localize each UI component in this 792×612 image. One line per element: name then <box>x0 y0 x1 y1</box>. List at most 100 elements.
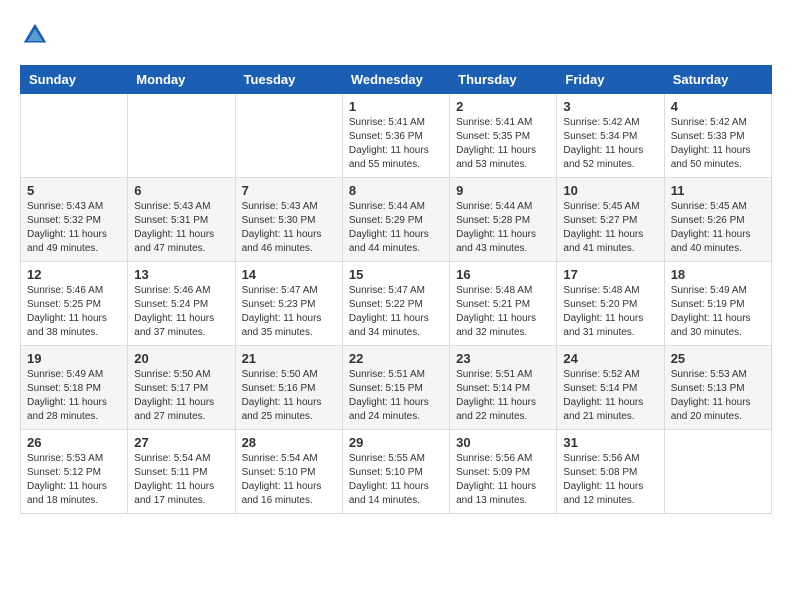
column-header-tuesday: Tuesday <box>235 66 342 94</box>
calendar-cell: 7 Sunrise: 5:43 AM Sunset: 5:30 PM Daylig… <box>235 178 342 262</box>
calendar-cell: 29 Sunrise: 5:55 AM Sunset: 5:10 PM Dayli… <box>342 430 449 514</box>
calendar-week-3: 12 Sunrise: 5:46 AM Sunset: 5:25 PM Dayli… <box>21 262 772 346</box>
calendar-cell: 4 Sunrise: 5:42 AM Sunset: 5:33 PM Daylig… <box>664 94 771 178</box>
calendar-week-2: 5 Sunrise: 5:43 AM Sunset: 5:32 PM Daylig… <box>21 178 772 262</box>
day-info: Sunrise: 5:41 AM Sunset: 5:35 PM Dayligh… <box>456 116 550 172</box>
calendar-cell: 23Sunrise: 5:51 AM Sunset: 5:14 PM Dayli… <box>450 346 557 430</box>
day-number: 13 <box>134 267 228 282</box>
day-number: 2 <box>456 99 550 114</box>
calendar-cell: 27 Sunrise: 5:54 AM Sunset: 5:11 PM Dayli… <box>128 430 235 514</box>
day-number: 26 <box>27 435 121 450</box>
day-info: Sunrise: 5:53 AM Sunset: 5:13 PM Dayligh… <box>671 368 765 424</box>
day-info: Sunrise: 5:46 AM Sunset: 5:24 PM Dayligh… <box>134 284 228 340</box>
calendar-cell: 18 Sunrise: 5:49 AM Sunset: 5:19 PM Dayli… <box>664 262 771 346</box>
calendar-week-4: 19 Sunrise: 5:49 AM Sunset: 5:18 PM Dayli… <box>21 346 772 430</box>
day-number: 4 <box>671 99 765 114</box>
header-row: SundayMondayTuesdayWednesdayThursdayFrid… <box>21 66 772 94</box>
calendar-cell: 9 Sunrise: 5:44 AM Sunset: 5:28 PM Daylig… <box>450 178 557 262</box>
day-info: Sunrise: 5:45 AM Sunset: 5:27 PM Dayligh… <box>563 200 657 256</box>
day-number: 29 <box>349 435 443 450</box>
day-number: 11 <box>671 183 765 198</box>
calendar-cell: 16 Sunrise: 5:48 AM Sunset: 5:21 PM Dayli… <box>450 262 557 346</box>
calendar-cell: 20Sunrise: 5:50 AM Sunset: 5:17 PM Dayli… <box>128 346 235 430</box>
logo-icon <box>20 20 50 50</box>
day-info: Sunrise: 5:48 AM Sunset: 5:21 PM Dayligh… <box>456 284 550 340</box>
calendar-cell: 12 Sunrise: 5:46 AM Sunset: 5:25 PM Dayli… <box>21 262 128 346</box>
day-info: Sunrise: 5:54 AM Sunset: 5:11 PM Dayligh… <box>134 452 228 508</box>
calendar-cell: 2 Sunrise: 5:41 AM Sunset: 5:35 PM Daylig… <box>450 94 557 178</box>
day-number: 27 <box>134 435 228 450</box>
calendar-cell: 30Sunrise: 5:56 AM Sunset: 5:09 PM Dayli… <box>450 430 557 514</box>
day-info: Sunrise: 5:51 AM Sunset: 5:15 PM Dayligh… <box>349 368 443 424</box>
day-info: Sunrise: 5:48 AM Sunset: 5:20 PM Dayligh… <box>563 284 657 340</box>
day-number: 21 <box>242 351 336 366</box>
day-info: Sunrise: 5:43 AM Sunset: 5:30 PM Dayligh… <box>242 200 336 256</box>
day-number: 12 <box>27 267 121 282</box>
day-info: Sunrise: 5:53 AM Sunset: 5:12 PM Dayligh… <box>27 452 121 508</box>
day-info: Sunrise: 5:44 AM Sunset: 5:29 PM Dayligh… <box>349 200 443 256</box>
day-number: 3 <box>563 99 657 114</box>
day-info: Sunrise: 5:54 AM Sunset: 5:10 PM Dayligh… <box>242 452 336 508</box>
calendar-cell: 10Sunrise: 5:45 AM Sunset: 5:27 PM Dayli… <box>557 178 664 262</box>
day-number: 16 <box>456 267 550 282</box>
calendar-cell: 6Sunrise: 5:43 AM Sunset: 5:31 PM Daylig… <box>128 178 235 262</box>
column-header-saturday: Saturday <box>664 66 771 94</box>
column-header-monday: Monday <box>128 66 235 94</box>
calendar-cell <box>235 94 342 178</box>
day-info: Sunrise: 5:41 AM Sunset: 5:36 PM Dayligh… <box>349 116 443 172</box>
day-info: Sunrise: 5:55 AM Sunset: 5:10 PM Dayligh… <box>349 452 443 508</box>
calendar-cell: 19 Sunrise: 5:49 AM Sunset: 5:18 PM Dayli… <box>21 346 128 430</box>
calendar-cell: 26 Sunrise: 5:53 AM Sunset: 5:12 PM Dayli… <box>21 430 128 514</box>
day-info: Sunrise: 5:46 AM Sunset: 5:25 PM Dayligh… <box>27 284 121 340</box>
calendar-cell <box>664 430 771 514</box>
calendar-cell: 13 Sunrise: 5:46 AM Sunset: 5:24 PM Dayli… <box>128 262 235 346</box>
day-info: Sunrise: 5:47 AM Sunset: 5:23 PM Dayligh… <box>242 284 336 340</box>
day-number: 5 <box>27 183 121 198</box>
day-info: Sunrise: 5:50 AM Sunset: 5:16 PM Dayligh… <box>242 368 336 424</box>
day-number: 1 <box>349 99 443 114</box>
column-header-friday: Friday <box>557 66 664 94</box>
day-info: Sunrise: 5:42 AM Sunset: 5:34 PM Dayligh… <box>563 116 657 172</box>
day-info: Sunrise: 5:52 AM Sunset: 5:14 PM Dayligh… <box>563 368 657 424</box>
day-info: Sunrise: 5:47 AM Sunset: 5:22 PM Dayligh… <box>349 284 443 340</box>
day-number: 17 <box>563 267 657 282</box>
day-info: Sunrise: 5:51 AM Sunset: 5:14 PM Dayligh… <box>456 368 550 424</box>
day-info: Sunrise: 5:42 AM Sunset: 5:33 PM Dayligh… <box>671 116 765 172</box>
calendar-cell <box>128 94 235 178</box>
day-number: 30 <box>456 435 550 450</box>
day-number: 14 <box>242 267 336 282</box>
calendar-cell: 5 Sunrise: 5:43 AM Sunset: 5:32 PM Daylig… <box>21 178 128 262</box>
calendar-cell: 28 Sunrise: 5:54 AM Sunset: 5:10 PM Dayli… <box>235 430 342 514</box>
calendar-cell: 1 Sunrise: 5:41 AM Sunset: 5:36 PM Daylig… <box>342 94 449 178</box>
calendar-cell: 3 Sunrise: 5:42 AM Sunset: 5:34 PM Daylig… <box>557 94 664 178</box>
day-info: Sunrise: 5:49 AM Sunset: 5:19 PM Dayligh… <box>671 284 765 340</box>
calendar-cell: 22 Sunrise: 5:51 AM Sunset: 5:15 PM Dayli… <box>342 346 449 430</box>
calendar-cell <box>21 94 128 178</box>
calendar-cell: 31Sunrise: 5:56 AM Sunset: 5:08 PM Dayli… <box>557 430 664 514</box>
day-number: 7 <box>242 183 336 198</box>
calendar-cell: 15 Sunrise: 5:47 AM Sunset: 5:22 PM Dayli… <box>342 262 449 346</box>
calendar-cell: 14 Sunrise: 5:47 AM Sunset: 5:23 PM Dayli… <box>235 262 342 346</box>
day-number: 31 <box>563 435 657 450</box>
calendar-cell: 8Sunrise: 5:44 AM Sunset: 5:29 PM Daylig… <box>342 178 449 262</box>
day-number: 15 <box>349 267 443 282</box>
day-info: Sunrise: 5:43 AM Sunset: 5:32 PM Dayligh… <box>27 200 121 256</box>
day-number: 20 <box>134 351 228 366</box>
calendar-cell: 11 Sunrise: 5:45 AM Sunset: 5:26 PM Dayli… <box>664 178 771 262</box>
calendar-week-1: 1 Sunrise: 5:41 AM Sunset: 5:36 PM Daylig… <box>21 94 772 178</box>
column-header-sunday: Sunday <box>21 66 128 94</box>
day-info: Sunrise: 5:45 AM Sunset: 5:26 PM Dayligh… <box>671 200 765 256</box>
day-number: 28 <box>242 435 336 450</box>
calendar-week-5: 26 Sunrise: 5:53 AM Sunset: 5:12 PM Dayli… <box>21 430 772 514</box>
calendar-cell: 24Sunrise: 5:52 AM Sunset: 5:14 PM Dayli… <box>557 346 664 430</box>
day-info: Sunrise: 5:43 AM Sunset: 5:31 PM Dayligh… <box>134 200 228 256</box>
day-info: Sunrise: 5:44 AM Sunset: 5:28 PM Dayligh… <box>456 200 550 256</box>
column-header-thursday: Thursday <box>450 66 557 94</box>
day-number: 19 <box>27 351 121 366</box>
day-number: 18 <box>671 267 765 282</box>
day-info: Sunrise: 5:49 AM Sunset: 5:18 PM Dayligh… <box>27 368 121 424</box>
column-header-wednesday: Wednesday <box>342 66 449 94</box>
day-number: 9 <box>456 183 550 198</box>
calendar-table: SundayMondayTuesdayWednesdayThursdayFrid… <box>20 65 772 514</box>
day-number: 22 <box>349 351 443 366</box>
